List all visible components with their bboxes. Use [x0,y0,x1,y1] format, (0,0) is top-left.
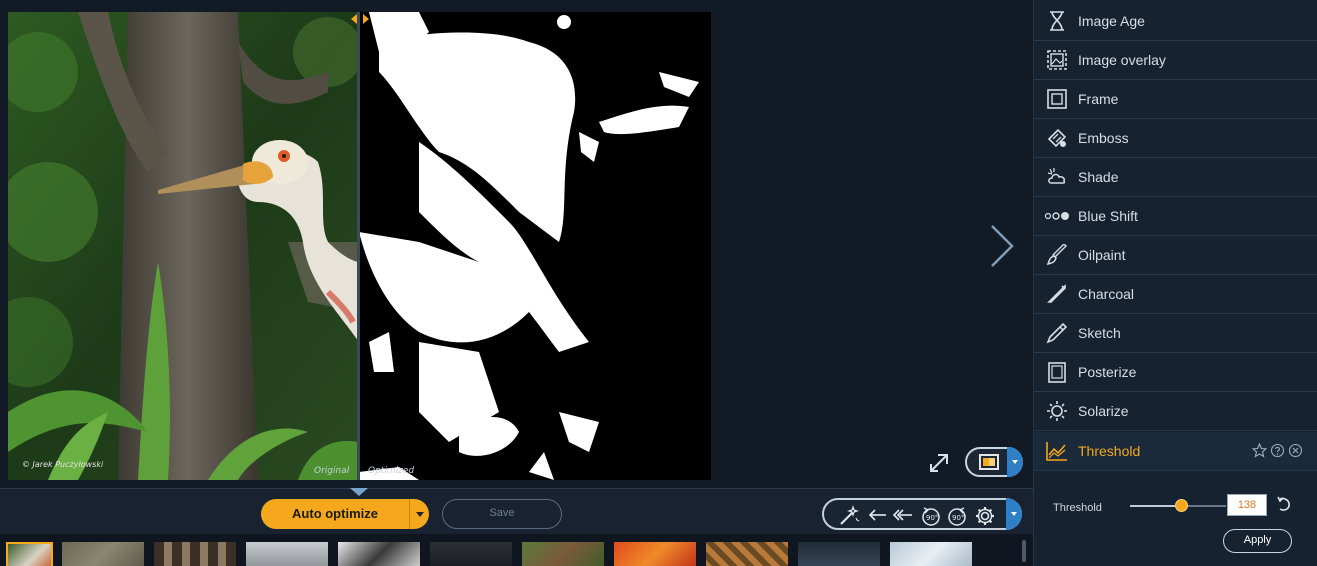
thumbnail[interactable] [246,542,328,566]
threshold-slider-knob[interactable] [1174,499,1188,512]
emboss-icon [1044,126,1070,150]
threshold-label: Threshold [1053,502,1102,514]
thumbnail[interactable] [798,542,880,566]
threshold-value-input[interactable]: 138 [1227,494,1267,516]
threshold-chart-icon [1044,439,1070,463]
hourglass-icon [1044,9,1070,33]
split-divider[interactable] [357,12,360,480]
solarize-icon [1044,399,1070,423]
shade-icon [1044,165,1070,189]
effect-threshold[interactable]: Threshold [1034,432,1317,471]
undo-icon[interactable] [866,505,888,527]
effect-emboss[interactable]: Emboss [1034,119,1317,158]
undo-all-icon[interactable] [892,505,914,527]
posterize-icon [1044,360,1070,384]
thumbnail[interactable] [154,542,236,566]
effect-solarize[interactable]: Solarize [1034,392,1317,431]
rotate-left-90-icon[interactable]: 90° [920,505,942,527]
next-image-chevron-icon[interactable] [984,222,1018,270]
effect-label: Frame [1078,91,1119,107]
favorite-star-icon[interactable] [1251,442,1268,458]
reset-undo-icon[interactable] [1274,495,1294,515]
save-button[interactable]: Save [442,499,562,529]
image-overlay-icon [1044,48,1070,72]
compare-view-dropdown[interactable] [1007,447,1023,477]
effect-label: Blue Shift [1078,208,1138,224]
optimized-image [359,12,711,480]
apply-button[interactable]: Apply [1223,529,1292,553]
thumbnail[interactable] [706,542,788,566]
effect-charcoal[interactable]: Charcoal [1034,275,1317,314]
original-label: Original [314,466,350,476]
effect-label: Charcoal [1078,286,1135,302]
charcoal-icon [1044,282,1070,306]
canvas-area: © Jarek Puczyłowski Original Optimized [0,0,1033,488]
fullscreen-expand-icon[interactable] [924,448,954,478]
pencil-icon [1044,321,1070,345]
thumbnail[interactable] [338,542,420,566]
settings-gear-icon[interactable] [974,505,996,527]
threshold-settings: Threshold 138 Apply [1034,471,1317,566]
auto-optimize-button[interactable]: Auto optimize [261,499,409,529]
blue-shift-icon [1044,204,1070,228]
thumbnail[interactable] [890,542,972,566]
effect-label: Oilpaint [1078,247,1126,263]
svg-text:90°: 90° [952,514,964,522]
filmstrip-scrollbar[interactable] [1022,540,1026,562]
effect-label: Threshold [1078,443,1141,459]
original-image [8,12,359,480]
magic-wand-icon[interactable] [838,505,860,527]
close-effect-icon[interactable] [1288,443,1303,458]
app-window: © Jarek Puczyłowski Original Optimized I… [0,0,1317,566]
effect-frame[interactable]: Frame [1034,80,1317,119]
oilpaint-brush-icon [1044,243,1070,267]
split-handle[interactable] [349,12,371,24]
effect-image-age[interactable]: Image Age [1034,2,1317,41]
effect-image-overlay[interactable]: Image overlay [1034,41,1317,80]
help-icon[interactable] [1270,443,1285,458]
effect-oilpaint[interactable]: Oilpaint [1034,236,1317,275]
effect-posterize[interactable]: Posterize [1034,353,1317,392]
effect-label: Solarize [1078,403,1129,419]
threshold-slider[interactable] [1130,499,1226,512]
frame-icon [1044,87,1070,111]
effect-blue-shift[interactable]: Blue Shift [1034,197,1317,236]
effect-label: Image Age [1078,13,1145,29]
compare-view-toggle[interactable] [965,447,1023,477]
effect-label: Image overlay [1078,52,1166,68]
thumbnail[interactable] [522,542,604,566]
copyright-text: © Jarek Puczyłowski [22,460,104,469]
thumbnail-selected[interactable] [6,542,53,566]
thumbnail[interactable] [62,542,144,566]
effect-label: Posterize [1078,364,1137,380]
effect-label: Emboss [1078,130,1129,146]
effect-sketch[interactable]: Sketch [1034,314,1317,353]
filmstrip [0,534,1033,566]
rotate-right-90-icon[interactable]: 90° [946,505,968,527]
effect-shade[interactable]: Shade [1034,158,1317,197]
effect-label: Sketch [1078,325,1121,341]
edit-tools-dropdown[interactable] [1006,498,1022,530]
thumbnail[interactable] [614,542,696,566]
thumbnail[interactable] [430,542,512,566]
svg-text:90°: 90° [926,514,938,522]
optimized-label: Optimized [368,466,415,476]
effect-label: Shade [1078,169,1119,185]
edit-tools-group: 90° 90° [822,498,1022,530]
